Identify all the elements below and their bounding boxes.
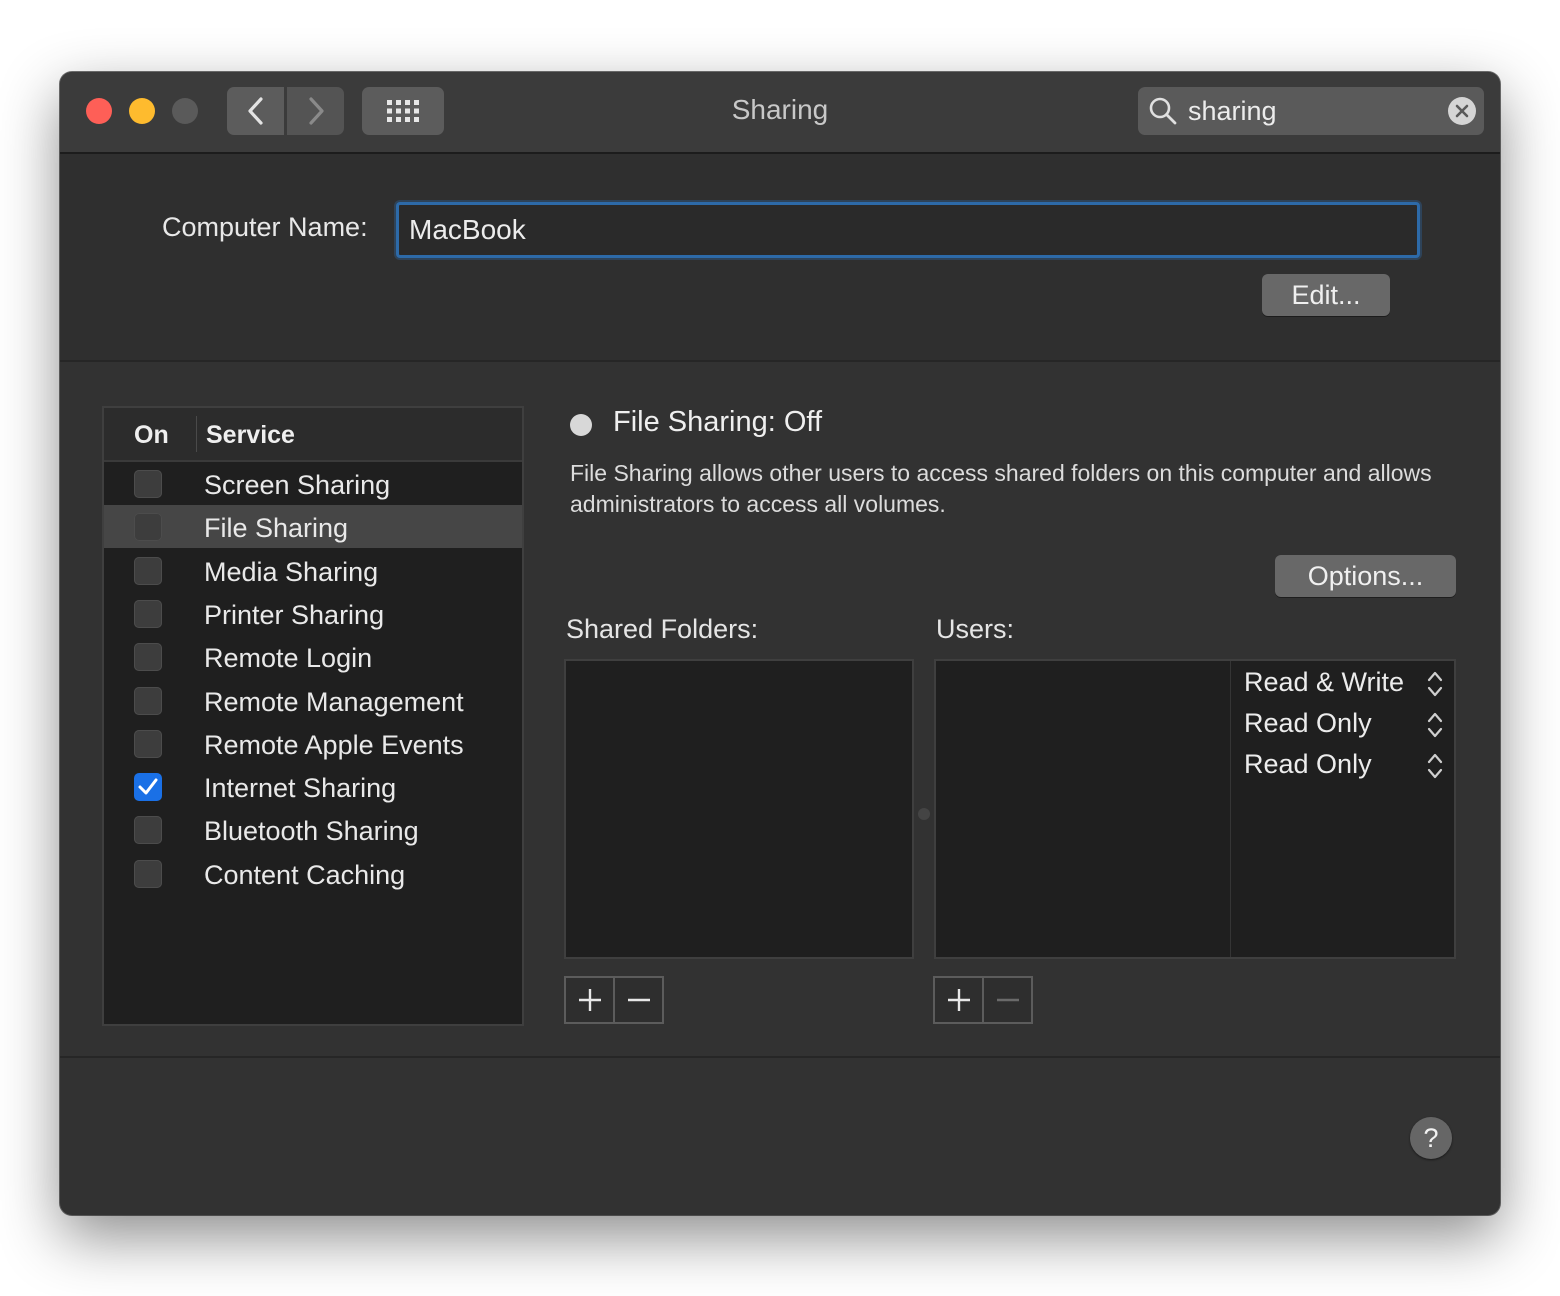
remove-shared-folder-button[interactable] <box>613 978 662 1022</box>
service-label: Printer Sharing <box>204 599 385 630</box>
service-label: Internet Sharing <box>204 773 397 804</box>
service-label: Bluetooth Sharing <box>204 816 419 847</box>
checkmark-icon <box>138 778 158 795</box>
service-table-header: On Service <box>104 408 522 462</box>
service-row[interactable]: Remote Management <box>104 679 522 722</box>
service-row[interactable]: Screen Sharing <box>104 462 522 505</box>
computer-name-field[interactable] <box>396 202 1420 258</box>
computer-name-section: Computer Name: Edit... <box>60 154 1500 362</box>
service-row[interactable]: Media Sharing <box>104 549 522 592</box>
updown-arrows-icon <box>1426 710 1444 747</box>
permission-popup[interactable]: Read Only <box>1244 708 1444 748</box>
users-add-remove <box>933 976 1033 1024</box>
help-button[interactable]: ? <box>1410 1117 1452 1159</box>
permission-popup[interactable]: Read & Write <box>1244 667 1444 707</box>
service-checkbox[interactable] <box>134 729 162 758</box>
remove-user-button[interactable] <box>982 978 1031 1022</box>
service-table[interactable]: On Service Screen Sharing File Sharing Med… <box>102 406 524 1026</box>
service-row[interactable]: File Sharing <box>104 505 522 549</box>
service-row[interactable]: Bluetooth Sharing <box>104 808 522 851</box>
service-label: Media Sharing <box>204 556 379 587</box>
service-checkbox[interactable] <box>134 859 162 888</box>
shared-folders-add-remove <box>564 976 664 1024</box>
service-row[interactable]: Remote Login <box>104 635 522 678</box>
service-description: File Sharing allows other users to acces… <box>570 460 1432 517</box>
computer-name-label: Computer Name: <box>162 212 368 242</box>
service-checkbox[interactable] <box>134 599 162 628</box>
shared-folders-label: Shared Folders: <box>566 614 759 644</box>
add-shared-folder-button[interactable] <box>566 978 613 1022</box>
service-checkbox[interactable] <box>134 470 162 498</box>
users-label: Users: <box>936 614 1015 644</box>
minus-icon <box>627 998 650 1002</box>
service-checkbox[interactable] <box>134 773 162 802</box>
column-header-on[interactable]: On <box>134 421 169 450</box>
service-row[interactable]: Remote Apple Events <box>104 722 522 765</box>
search-input[interactable]: sharing <box>1188 96 1277 127</box>
service-checkbox[interactable] <box>134 513 162 542</box>
service-row[interactable]: Internet Sharing <box>104 765 522 808</box>
add-user-button[interactable] <box>935 978 982 1022</box>
status-indicator <box>570 414 592 436</box>
plus-icon <box>578 989 601 1011</box>
permission-label: Read Only <box>1244 708 1372 738</box>
minus-icon <box>996 998 1019 1002</box>
updown-arrows-icon <box>1426 669 1444 706</box>
sharing-window: Sharing sharing Computer Name: Edit... O… <box>60 72 1500 1215</box>
service-status: File Sharing: Off <box>613 406 823 438</box>
service-label: Remote Apple Events <box>204 729 464 760</box>
title-bar: Sharing sharing <box>60 72 1500 154</box>
users-column-divider <box>1230 661 1231 957</box>
column-divider <box>196 416 197 452</box>
service-label: Screen Sharing <box>204 470 391 500</box>
search-icon <box>1149 97 1177 125</box>
service-label: Remote Management <box>204 686 464 717</box>
service-checkbox[interactable] <box>134 686 162 715</box>
users-list[interactable]: Read & Write Read Only Read Only <box>934 659 1456 959</box>
split-handle[interactable] <box>918 808 930 820</box>
service-label: File Sharing <box>204 513 349 544</box>
service-checkbox[interactable] <box>134 556 162 585</box>
service-label: Content Caching <box>204 859 406 890</box>
sharing-main-section: On Service Screen Sharing File Sharing Med… <box>60 362 1500 1058</box>
clear-icon[interactable] <box>1447 96 1477 126</box>
service-checkbox[interactable] <box>134 816 162 845</box>
permission-label: Read Only <box>1244 749 1372 779</box>
permission-label: Read & Write <box>1244 667 1405 697</box>
question-icon: ? <box>1423 1122 1439 1153</box>
permission-popup[interactable]: Read Only <box>1244 749 1444 789</box>
service-label: Remote Login <box>204 643 373 674</box>
edit-button[interactable]: Edit... <box>1262 274 1390 316</box>
service-checkbox[interactable] <box>134 643 162 672</box>
plus-icon <box>947 989 970 1011</box>
service-row[interactable]: Content Caching <box>104 852 522 895</box>
shared-folders-list[interactable] <box>564 659 914 959</box>
options-button[interactable]: Options... <box>1275 555 1456 597</box>
search-field[interactable]: sharing <box>1138 87 1484 135</box>
updown-arrows-icon <box>1426 751 1444 788</box>
column-header-service[interactable]: Service <box>206 421 295 450</box>
service-row[interactable]: Printer Sharing <box>104 592 522 635</box>
